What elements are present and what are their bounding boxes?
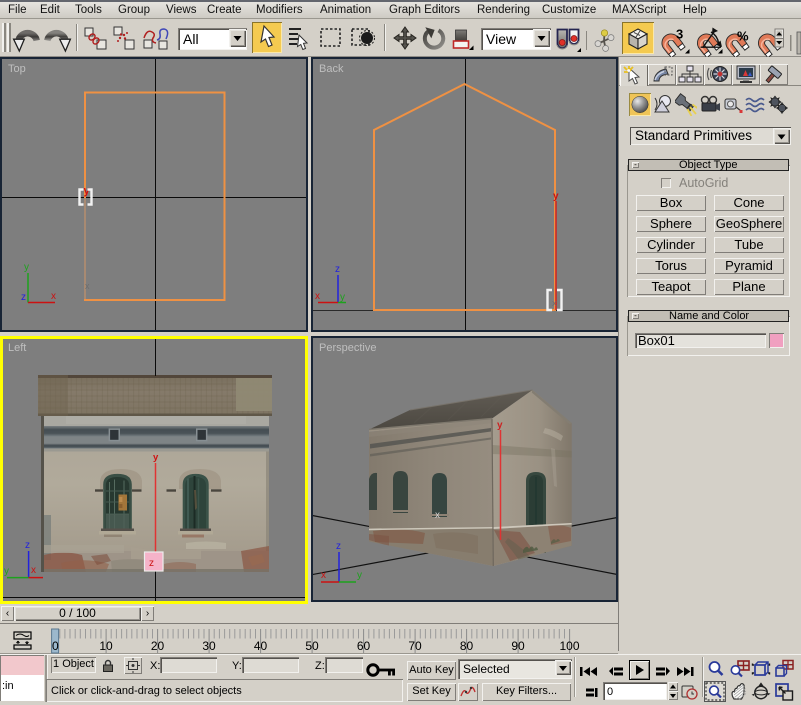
svg-text:y: y — [497, 420, 503, 431]
svg-text:70: 70 — [408, 639, 422, 653]
svg-text:x: x — [321, 570, 326, 581]
svg-text:30: 30 — [202, 639, 216, 653]
svg-text:y: y — [553, 191, 559, 202]
svg-text:100: 100 — [559, 639, 579, 653]
svg-text:x: x — [51, 291, 56, 302]
svg-text:x: x — [552, 298, 557, 308]
svg-text:y: y — [153, 452, 159, 463]
svg-text:%: % — [737, 29, 749, 44]
svg-text:3: 3 — [676, 27, 683, 42]
svg-text:z: z — [21, 292, 26, 303]
svg-text:50: 50 — [305, 639, 319, 653]
svg-text:z: z — [149, 558, 154, 569]
svg-text:x: x — [435, 510, 440, 521]
svg-text:y: y — [357, 570, 362, 581]
svg-text:80: 80 — [460, 639, 474, 653]
svg-text:y: y — [24, 262, 29, 273]
svg-text:20: 20 — [151, 639, 165, 653]
svg-text:10: 10 — [99, 639, 113, 653]
svg-text:z: z — [335, 264, 340, 275]
svg-text:y: y — [84, 185, 91, 197]
svg-text:x: x — [31, 565, 36, 576]
svg-text:y: y — [4, 566, 9, 577]
svg-text:90: 90 — [511, 639, 525, 653]
svg-text:z: z — [336, 541, 341, 552]
svg-text:x: x — [315, 291, 320, 302]
svg-text:40: 40 — [254, 639, 268, 653]
svg-text:x: x — [85, 281, 90, 291]
svg-text:60: 60 — [357, 639, 371, 653]
svg-text:z: z — [25, 540, 30, 551]
svg-text:0: 0 — [52, 639, 59, 653]
svg-text:y: y — [340, 292, 345, 303]
